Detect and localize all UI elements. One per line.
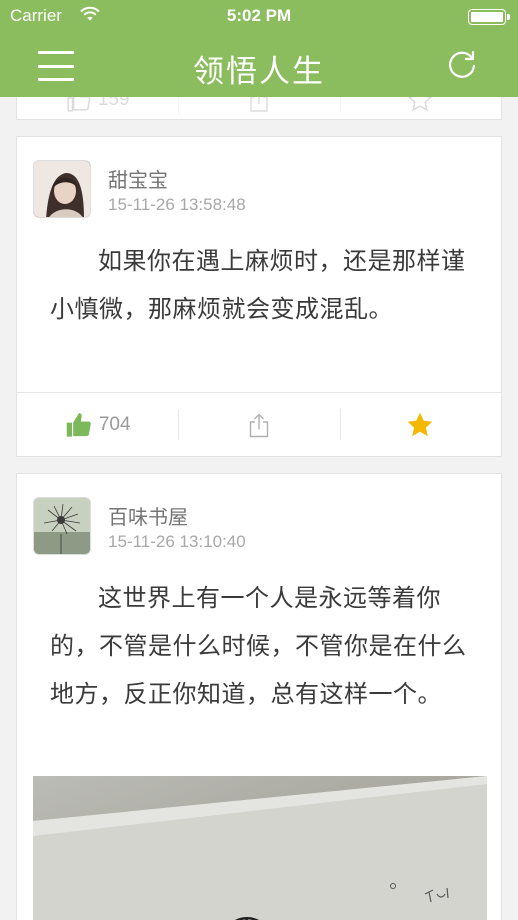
post-card[interactable]: 甜宝宝 15-11-26 13:58:48 如果你在遇上麻烦时，还是那样谨小慎微… <box>16 136 502 457</box>
post-content: 这世界上有一个人是永远等着你的，不管是什么时候，不管你是在什么地方，反正你知道，… <box>50 584 467 708</box>
post-timestamp: 15-11-26 13:58:48 <box>108 195 246 214</box>
share-button[interactable] <box>178 393 339 456</box>
avatar-photo <box>34 161 90 217</box>
author-name[interactable]: 百味书屋 <box>108 501 188 530</box>
post-header: 百味书屋 15-11-26 13:10:40 <box>17 474 501 572</box>
paper-photo <box>33 776 487 920</box>
favorite-button[interactable] <box>339 393 501 456</box>
like-count: 704 <box>98 413 131 435</box>
app-header: Carrier 5:02 PM 领悟人生 <box>0 0 518 97</box>
author-name[interactable]: 甜宝宝 <box>108 164 168 193</box>
post-header: 甜宝宝 15-11-26 13:58:48 <box>17 137 501 235</box>
nav-bar: 领悟人生 <box>0 34 518 97</box>
avatar[interactable] <box>33 160 91 218</box>
post-card[interactable]: 百味书屋 15-11-26 13:10:40 这世界上有一个人是永远等着你的，不… <box>16 473 502 920</box>
post-feed[interactable]: 159 甜宝宝 15-11-26 13:58:48 如果你在遇上麻烦时，还是那样… <box>0 0 518 920</box>
battery-icon <box>468 9 510 25</box>
status-bar: Carrier 5:02 PM <box>0 0 518 34</box>
post-timestamp: 15-11-26 13:10:40 <box>108 532 246 551</box>
post-actions: 704 <box>17 392 501 456</box>
post-image[interactable] <box>33 776 487 920</box>
share-icon <box>249 413 269 437</box>
avatar-photo <box>34 498 90 554</box>
refresh-icon[interactable] <box>446 49 478 81</box>
star-filled-icon <box>408 412 433 436</box>
avatar[interactable] <box>33 497 91 555</box>
like-button[interactable]: 704 <box>17 393 178 456</box>
post-content: 如果你在遇上麻烦时，还是那样谨小慎微，那麻烦就会变成混乱。 <box>50 247 466 323</box>
status-time: 5:02 PM <box>226 6 292 25</box>
page-title: 领悟人生 <box>193 54 325 90</box>
thumbs-up-icon <box>66 412 91 437</box>
